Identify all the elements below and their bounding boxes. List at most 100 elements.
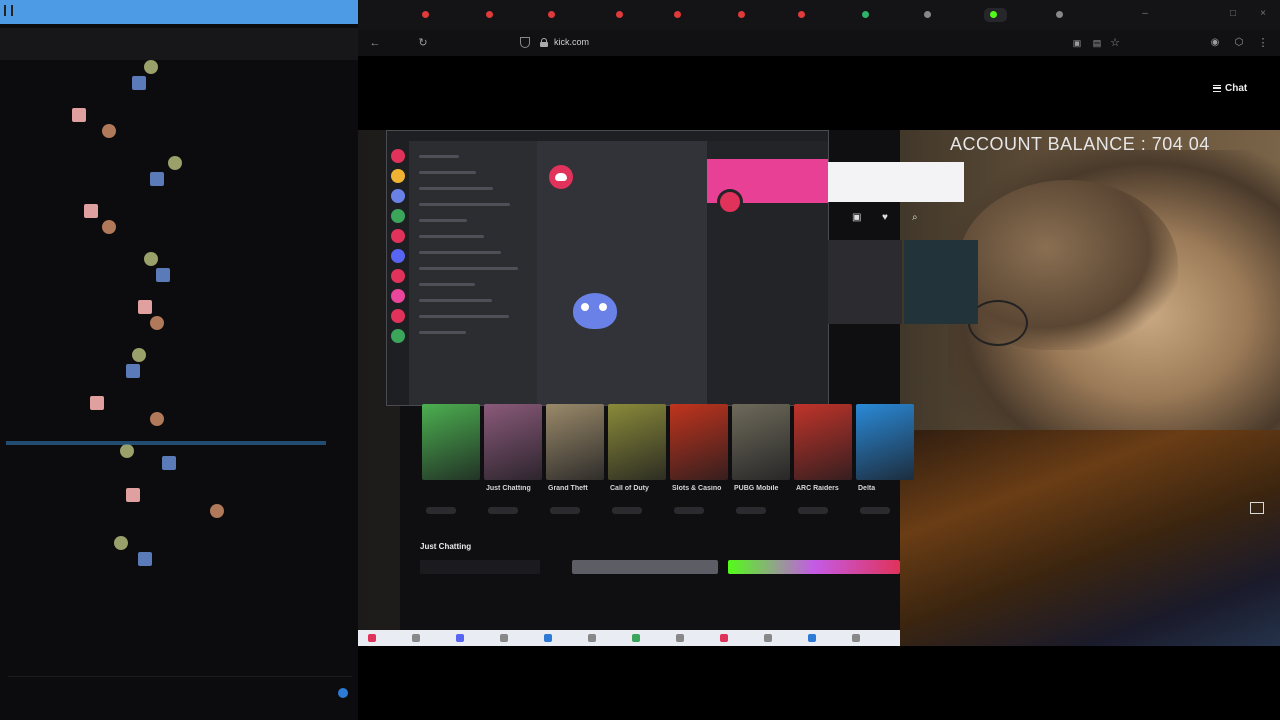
discord-avatar — [717, 189, 743, 215]
captured-search-icon: ⌕ — [912, 212, 918, 223]
tab-favicon-icon — [486, 10, 493, 18]
chat-message[interactable] — [26, 380, 246, 394]
category-card — [670, 404, 728, 480]
browser-tab[interactable] — [422, 8, 433, 22]
maximize-icon[interactable]: □ — [1228, 9, 1238, 19]
category-card — [546, 404, 604, 480]
browser-tab[interactable] — [984, 8, 1007, 22]
stream-video[interactable]: ACCOUNT BALANCE : 704 04 ▣ ♥ ⌕ Just Chat… — [358, 130, 1280, 646]
chat-message[interactable] — [26, 316, 226, 330]
pinned-message — [0, 28, 358, 60]
browser-tab[interactable] — [738, 8, 749, 22]
chat-message[interactable] — [26, 236, 106, 250]
browser-tab[interactable] — [616, 8, 627, 22]
bookmark-star-icon[interactable]: ☆ — [1108, 36, 1122, 50]
chat-message[interactable] — [26, 300, 206, 314]
tab-favicon-icon — [616, 10, 623, 18]
menu-icon[interactable]: ⋮ — [1256, 36, 1270, 50]
chat-message[interactable] — [26, 488, 186, 502]
chat-message[interactable] — [26, 204, 116, 218]
browser-tab[interactable] — [798, 8, 809, 22]
discord-dm-row — [419, 251, 501, 254]
browser-tab[interactable] — [674, 8, 685, 22]
chat-message[interactable] — [26, 552, 206, 566]
chat-message[interactable] — [26, 124, 146, 138]
chat-message[interactable] — [26, 472, 226, 486]
chat-message[interactable] — [26, 456, 246, 470]
screenshot-icon[interactable]: ▤ — [1090, 36, 1104, 50]
browser-tab[interactable] — [486, 8, 497, 22]
chat-window-titlebar[interactable] — [0, 0, 358, 24]
chat-message[interactable] — [26, 76, 196, 90]
shield-icon[interactable] — [520, 37, 530, 48]
chat-message[interactable] — [26, 252, 216, 266]
chat-message[interactable] — [26, 396, 126, 410]
category-tag — [612, 507, 642, 514]
pause-icon[interactable] — [4, 5, 13, 16]
minimize-icon[interactable]: – — [1140, 9, 1150, 19]
tab-favicon-icon — [1056, 10, 1063, 18]
pip-icon[interactable] — [1250, 502, 1264, 514]
chat-message[interactable] — [26, 364, 186, 378]
browser-tab[interactable] — [1056, 8, 1067, 22]
discord-dm-row — [419, 203, 510, 206]
category-tag — [674, 507, 704, 514]
category-card — [484, 404, 542, 480]
discord-server-list — [387, 141, 409, 405]
browser-tab[interactable] — [548, 8, 559, 22]
chat-toggle-button[interactable]: Chat — [1213, 80, 1247, 98]
chat-message[interactable] — [26, 536, 166, 550]
live-stream-strip — [572, 560, 718, 574]
chat-message[interactable] — [26, 284, 216, 298]
extensions-icon[interactable]: ⬡ — [1232, 36, 1246, 50]
chat-message[interactable] — [26, 428, 226, 442]
account-icon[interactable]: ◉ — [1208, 36, 1222, 50]
chat-emote-icon — [162, 456, 176, 470]
discord-dm-row — [419, 187, 493, 190]
chat-message[interactable] — [26, 520, 326, 534]
browser-tab[interactable] — [924, 8, 935, 22]
chat-message[interactable] — [26, 172, 226, 186]
chat-message[interactable] — [26, 220, 146, 234]
lock-icon[interactable] — [540, 38, 548, 47]
discord-dm-row — [419, 155, 459, 158]
chat-emote-icon — [150, 172, 164, 186]
webcam-lower-feed — [900, 430, 1280, 646]
close-icon[interactable]: × — [1258, 9, 1268, 19]
chat-emote-icon — [90, 396, 104, 410]
category-name: PUBG Mobile — [734, 485, 779, 492]
chat-emote-icon — [72, 108, 86, 122]
chat-emote-icon — [132, 348, 146, 362]
category-name: Slots & Casino — [672, 485, 722, 492]
chat-message[interactable] — [26, 268, 236, 282]
category-name: Just Chatting — [486, 485, 531, 492]
discord-dm-row — [419, 267, 518, 270]
chat-message[interactable] — [26, 332, 216, 346]
category-name: Delta — [858, 485, 876, 492]
discord-server-icon — [391, 309, 405, 323]
chat-message[interactable] — [26, 412, 226, 426]
category-card — [608, 404, 666, 480]
category-name: Grand Theft — [548, 485, 588, 492]
discord-dm-row — [419, 235, 484, 238]
chat-input[interactable] — [8, 676, 352, 706]
back-icon[interactable]: ← — [368, 36, 382, 50]
chat-emote-icon — [132, 76, 146, 90]
chat-message[interactable] — [26, 156, 256, 170]
chat-emote-icon — [150, 316, 164, 330]
category-tag — [488, 507, 518, 514]
reader-icon[interactable]: ▣ — [1070, 36, 1084, 50]
reload-icon[interactable]: ↻ — [416, 36, 430, 50]
browser-tab[interactable] — [862, 8, 873, 22]
chat-emote-icon — [210, 504, 224, 518]
chat-toggle-label: Chat — [1225, 83, 1248, 94]
discord-dm-row — [419, 331, 466, 334]
url-field[interactable]: kick.com — [554, 37, 589, 47]
chat-message[interactable] — [26, 92, 176, 106]
chat-message[interactable] — [26, 60, 216, 74]
send-icon[interactable] — [338, 688, 348, 698]
chat-message[interactable] — [26, 504, 326, 518]
chat-message[interactable] — [26, 348, 196, 362]
chat-message[interactable] — [26, 188, 196, 202]
chat-message[interactable] — [26, 140, 86, 154]
